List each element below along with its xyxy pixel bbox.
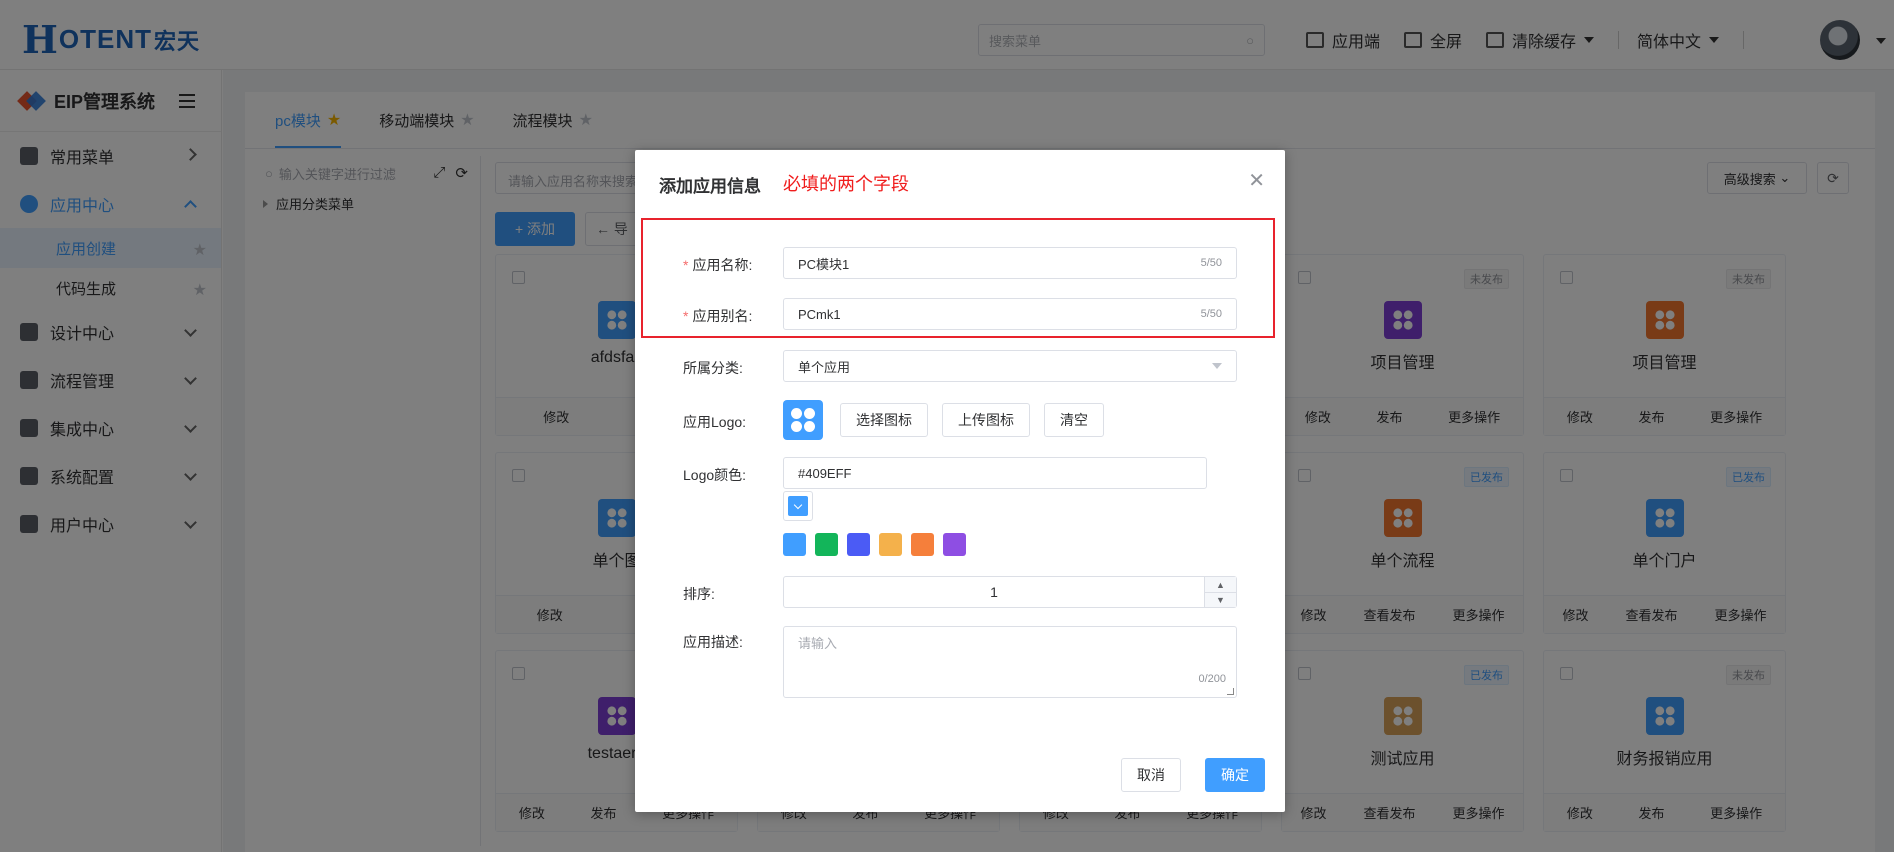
category-select[interactable]: 单个应用: [783, 350, 1237, 382]
close-icon[interactable]: ✕: [1248, 168, 1265, 193]
clear-icon-button[interactable]: 清空: [1044, 403, 1104, 437]
chevron-down-icon: [793, 500, 803, 509]
color-swatch[interactable]: [911, 533, 934, 556]
logo-color-label: Logo颜色:: [683, 467, 747, 483]
description-textarea[interactable]: 请输入 0/200: [783, 626, 1237, 698]
confirm-button[interactable]: 确定: [1205, 758, 1265, 792]
decrease-button[interactable]: ▼: [1205, 592, 1236, 607]
sort-number-input[interactable]: 1 ▲ ▼: [783, 576, 1237, 608]
description-label: 应用描述:: [683, 634, 743, 650]
color-swatch[interactable]: [943, 533, 966, 556]
category-label: 所属分类:: [683, 360, 743, 376]
chevron-down-icon: [1212, 363, 1222, 369]
increase-button[interactable]: ▲: [1205, 577, 1236, 592]
app-name-label: * 应用名称:: [683, 257, 753, 273]
cancel-button[interactable]: 取消: [1121, 758, 1181, 792]
dialog-title: 添加应用信息: [659, 177, 761, 196]
app-alias-input[interactable]: PCmk1 5/50: [783, 298, 1237, 330]
resize-handle[interactable]: [1227, 688, 1234, 695]
clover-icon: [791, 408, 815, 432]
color-swatch[interactable]: [879, 533, 902, 556]
sort-label: 排序:: [683, 586, 715, 602]
color-picker-trigger[interactable]: [783, 491, 813, 521]
upload-icon-button[interactable]: 上传图标: [942, 403, 1030, 437]
color-swatch[interactable]: [815, 533, 838, 556]
logo-preview: [783, 400, 823, 440]
add-app-dialog: 添加应用信息 必填的两个字段 ✕ * 应用名称: PC模块1 5/50 * 应用别名:…: [635, 150, 1285, 812]
choose-icon-button[interactable]: 选择图标: [840, 403, 928, 437]
logo-label: 应用Logo:: [683, 414, 747, 430]
required-fields-note: 必填的两个字段: [783, 174, 909, 194]
color-swatch[interactable]: [783, 533, 806, 556]
logo-color-input[interactable]: #409EFF: [783, 457, 1207, 489]
app-alias-label: * 应用别名:: [683, 308, 753, 324]
preset-color-swatches: [783, 533, 966, 556]
app-name-input[interactable]: PC模块1 5/50: [783, 247, 1237, 279]
color-swatch[interactable]: [847, 533, 870, 556]
